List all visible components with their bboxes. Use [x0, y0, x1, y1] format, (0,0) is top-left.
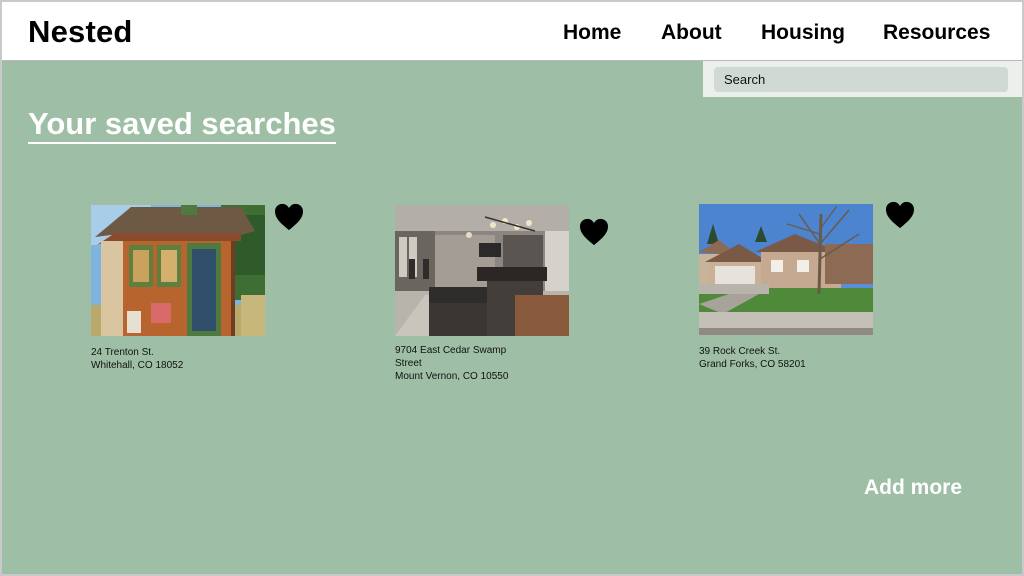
nav-home[interactable]: Home — [563, 21, 621, 45]
listing-photo[interactable] — [395, 205, 569, 336]
search-input[interactable]: Search — [714, 67, 1008, 92]
heart-icon[interactable] — [579, 218, 609, 246]
address-line: Mount Vernon, CO 10550 — [395, 371, 509, 382]
heart-icon[interactable] — [274, 203, 304, 231]
page-title: Your saved searches — [28, 106, 336, 144]
nav-about[interactable]: About — [661, 21, 722, 45]
listing-address: 24 Trenton St. Whitehall, CO 18052 — [91, 346, 291, 372]
address-line: Street — [395, 358, 422, 369]
address-line: 9704 East Cedar Swamp — [395, 345, 507, 356]
listing-address: 39 Rock Creek St. Grand Forks, CO 58201 — [699, 345, 899, 371]
address-line: 39 Rock Creek St. — [699, 346, 781, 357]
listing-photo[interactable] — [91, 205, 265, 336]
address-line: Grand Forks, CO 58201 — [699, 359, 806, 370]
top-nav-bar: Nested Home About Housing Resources — [2, 2, 1022, 61]
brand-logo[interactable]: Nested — [28, 14, 133, 50]
listing-photo[interactable] — [699, 204, 873, 335]
nav-housing[interactable]: Housing — [761, 21, 845, 45]
app-frame: Nested Home About Housing Resources Sear… — [0, 0, 1024, 576]
address-line: Whitehall, CO 18052 — [91, 360, 184, 371]
heart-icon[interactable] — [885, 201, 915, 229]
search-panel: Search — [703, 61, 1022, 97]
add-more-button[interactable]: Add more — [864, 476, 962, 500]
address-line: 24 Trenton St. — [91, 347, 154, 358]
nav-resources[interactable]: Resources — [883, 21, 990, 45]
listing-address: 9704 East Cedar Swamp Street Mount Verno… — [395, 344, 595, 383]
search-placeholder: Search — [724, 72, 766, 87]
